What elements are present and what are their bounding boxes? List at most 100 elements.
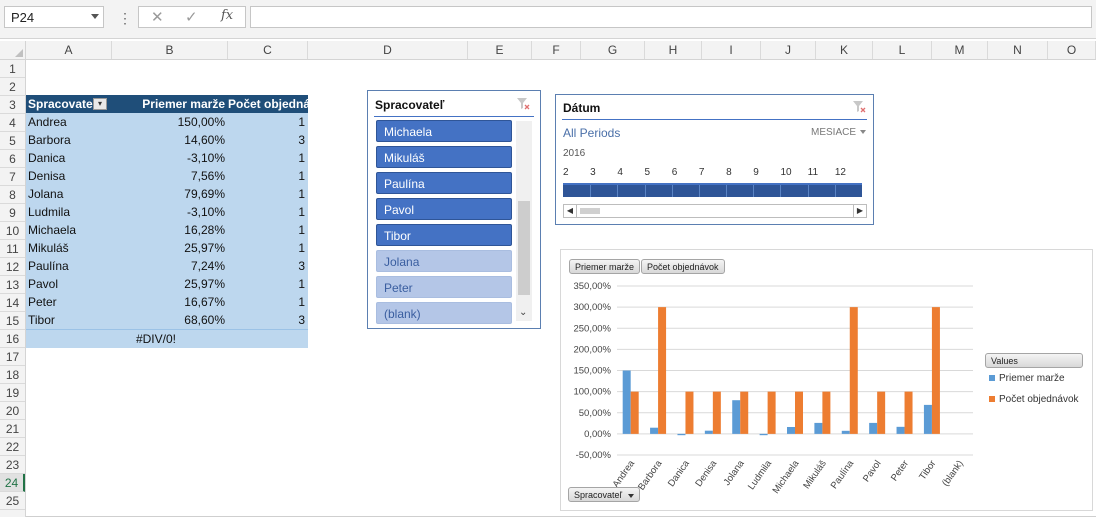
column-header[interactable]: I [702,41,761,59]
pivot-cell[interactable]: 1 [228,113,308,131]
insert-function-icon[interactable]: fx [221,8,233,23]
slicer-item[interactable]: (blank) [376,302,512,324]
row-header[interactable]: 9 [0,204,25,222]
pivot-cell[interactable]: #DIV/0! [112,330,228,348]
slicer-item[interactable]: Jolana [376,250,512,272]
pivot-cell[interactable]: 3 [228,311,308,329]
slicer-spracovatel[interactable]: Spracovateľ Michaela Mikuláš Paulína Pavol T… [367,90,541,329]
timeline-month-label[interactable]: 10 [780,167,791,178]
pivot-cell[interactable]: 1 [228,167,308,185]
timeline-month-label[interactable]: 2 [563,167,569,178]
column-header[interactable]: L [873,41,932,59]
pivot-cell[interactable]: 150,00% [112,113,228,131]
slicer-item[interactable]: Tibor [376,224,512,246]
column-header[interactable]: A [26,41,112,59]
column-header[interactable]: K [816,41,873,59]
timeline-datum[interactable]: Dátum All Periods MESIACE 2016 2 3 4 5 6 7 8 9 1… [555,94,874,225]
timeline-month-label[interactable]: 9 [753,167,759,178]
column-header[interactable]: B [112,41,228,59]
filter-dropdown-icon[interactable]: ▾ [93,98,107,110]
timeline-month-label[interactable]: 7 [699,167,705,178]
row-header[interactable]: 15 [0,312,25,330]
row-header[interactable]: 18 [0,366,25,384]
column-header[interactable]: E [468,41,532,59]
pivot-cell[interactable]: Denisa [26,167,112,185]
clear-filter-icon[interactable] [516,97,530,111]
timeline-scrollbar[interactable]: ◀ ▶ [563,204,867,218]
formula-input[interactable] [250,6,1092,28]
column-header[interactable]: M [932,41,988,59]
timeline-month-label[interactable]: 3 [590,167,596,178]
pivot-cell[interactable]: 1 [228,149,308,167]
row-header[interactable]: 24 [0,474,25,492]
legend-field-values[interactable]: Values [985,353,1083,368]
pivot-cell[interactable]: Andrea [26,113,112,131]
timeline-month-label[interactable]: 5 [645,167,651,178]
column-header[interactable]: G [581,41,645,59]
row-header[interactable]: 5 [0,132,25,150]
pivot-cell[interactable]: Tibor [26,311,112,329]
pivot-cell[interactable]: 14,60% [112,131,228,149]
column-header[interactable]: F [532,41,581,59]
pivot-cell[interactable]: Barbora [26,131,112,149]
row-header[interactable]: 14 [0,294,25,312]
pivot-cell[interactable]: 68,60% [112,311,228,329]
timeline-month-label[interactable]: 6 [672,167,678,178]
pivot-cell[interactable]: 25,97% [112,239,228,257]
row-header[interactable]: 21 [0,420,25,438]
pivot-cell[interactable]: Peter [26,293,112,311]
column-header[interactable]: O [1048,41,1096,59]
slicer-item[interactable]: Michaela [376,120,512,142]
timeline-selection-bar[interactable] [563,183,862,197]
enter-icon[interactable]: ✓ [185,8,198,26]
pivot-cell[interactable]: 79,69% [112,185,228,203]
pivot-chart[interactable]: Priemer marže Počet objednávok 350,00% 30… [560,249,1093,511]
chevron-down-icon[interactable]: ⌄ [519,307,527,318]
pivot-cell[interactable] [228,330,308,348]
slicer-item[interactable]: Peter [376,276,512,298]
pivot-cell[interactable]: 1 [228,239,308,257]
row-header[interactable]: 23 [0,456,25,474]
timeline-scroll-thumb[interactable] [580,208,600,214]
pivot-cell[interactable]: Michaela [26,221,112,239]
slicer-item[interactable]: Paulína [376,172,512,194]
pivot-cell[interactable]: 1 [228,185,308,203]
slicer-item[interactable]: Pavol [376,198,512,220]
row-header[interactable]: 20 [0,402,25,420]
row-header[interactable]: 11 [0,240,25,258]
row-header[interactable]: 19 [0,384,25,402]
slicer-scroll-thumb[interactable] [518,201,530,295]
select-all-corner[interactable] [0,41,26,60]
row-header[interactable]: 25 [0,492,25,510]
pivot-cell[interactable]: Ludmila [26,203,112,221]
scroll-right-icon[interactable]: ▶ [853,205,866,217]
scroll-left-icon[interactable]: ◀ [564,205,577,217]
slicer-scrollbar[interactable]: ⌄ [516,121,532,321]
cancel-icon[interactable]: ✕ [151,8,164,26]
row-header[interactable]: 10 [0,222,25,240]
pivot-cell[interactable]: Danica [26,149,112,167]
pivot-cell[interactable]: 3 [228,257,308,275]
more-options-icon[interactable]: ⋮ [118,10,132,27]
pivot-header-cell[interactable]: Priemer marže [112,95,228,113]
row-header[interactable]: 12 [0,258,25,276]
column-header[interactable]: N [988,41,1048,59]
column-header[interactable]: J [761,41,816,59]
pivot-cell[interactable]: Paulína [26,257,112,275]
row-header[interactable]: 3 [0,96,25,114]
column-header[interactable]: H [645,41,702,59]
timeline-month-label[interactable]: 11 [808,167,818,178]
name-box[interactable]: P24 [4,6,104,28]
row-header[interactable]: 2 [0,78,25,96]
field-button-spracovatel[interactable]: Spracovateľ [568,487,641,502]
column-header[interactable]: D [308,41,468,59]
pivot-cell[interactable]: Pavol [26,275,112,293]
slicer-item[interactable]: Mikuláš [376,146,512,168]
row-header[interactable]: 8 [0,186,25,204]
clear-filter-icon[interactable] [852,100,866,114]
pivot-cell[interactable]: 25,97% [112,275,228,293]
row-header[interactable]: 17 [0,348,25,366]
row-header[interactable]: 6 [0,150,25,168]
pivot-cell[interactable]: 1 [228,293,308,311]
row-header[interactable]: 4 [0,114,25,132]
